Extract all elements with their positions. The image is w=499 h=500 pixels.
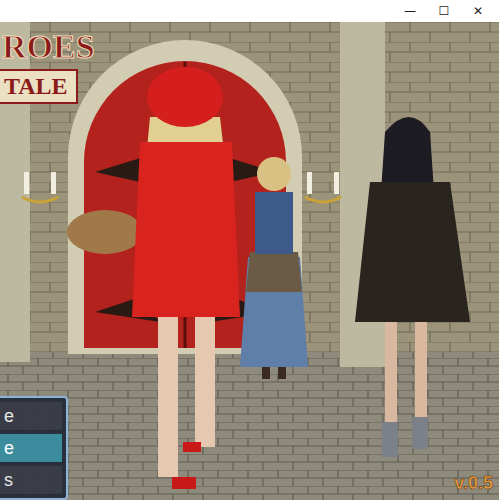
menu-item[interactable]: e (0, 402, 62, 430)
girl-in-blue-figure (240, 157, 308, 379)
game-canvas: ROESTALEeesv.0.5 (0, 22, 499, 500)
game-title: ROES TALE (0, 28, 95, 104)
left-sconce-icon (22, 172, 58, 202)
menu-item[interactable]: s (0, 466, 62, 494)
window-control-button[interactable]: — (395, 4, 425, 18)
red-hood-figure (67, 67, 240, 489)
window-control-button[interactable]: ✕ (463, 4, 493, 18)
title-bar: — ☐ ✕ (0, 0, 499, 22)
main-menu: ees (0, 396, 68, 500)
title-banner: TALE (0, 69, 78, 103)
right-sconce-icon (305, 172, 341, 202)
window-control-button[interactable]: ☐ (429, 4, 459, 18)
menu-item[interactable]: e (0, 434, 62, 462)
dark-haired-figure (355, 117, 470, 457)
version-label: v.0.5 (454, 473, 493, 494)
game-window: —☐✕ROESTALEeesv.0.5 (0, 0, 499, 500)
title-text: ROES (0, 28, 95, 65)
